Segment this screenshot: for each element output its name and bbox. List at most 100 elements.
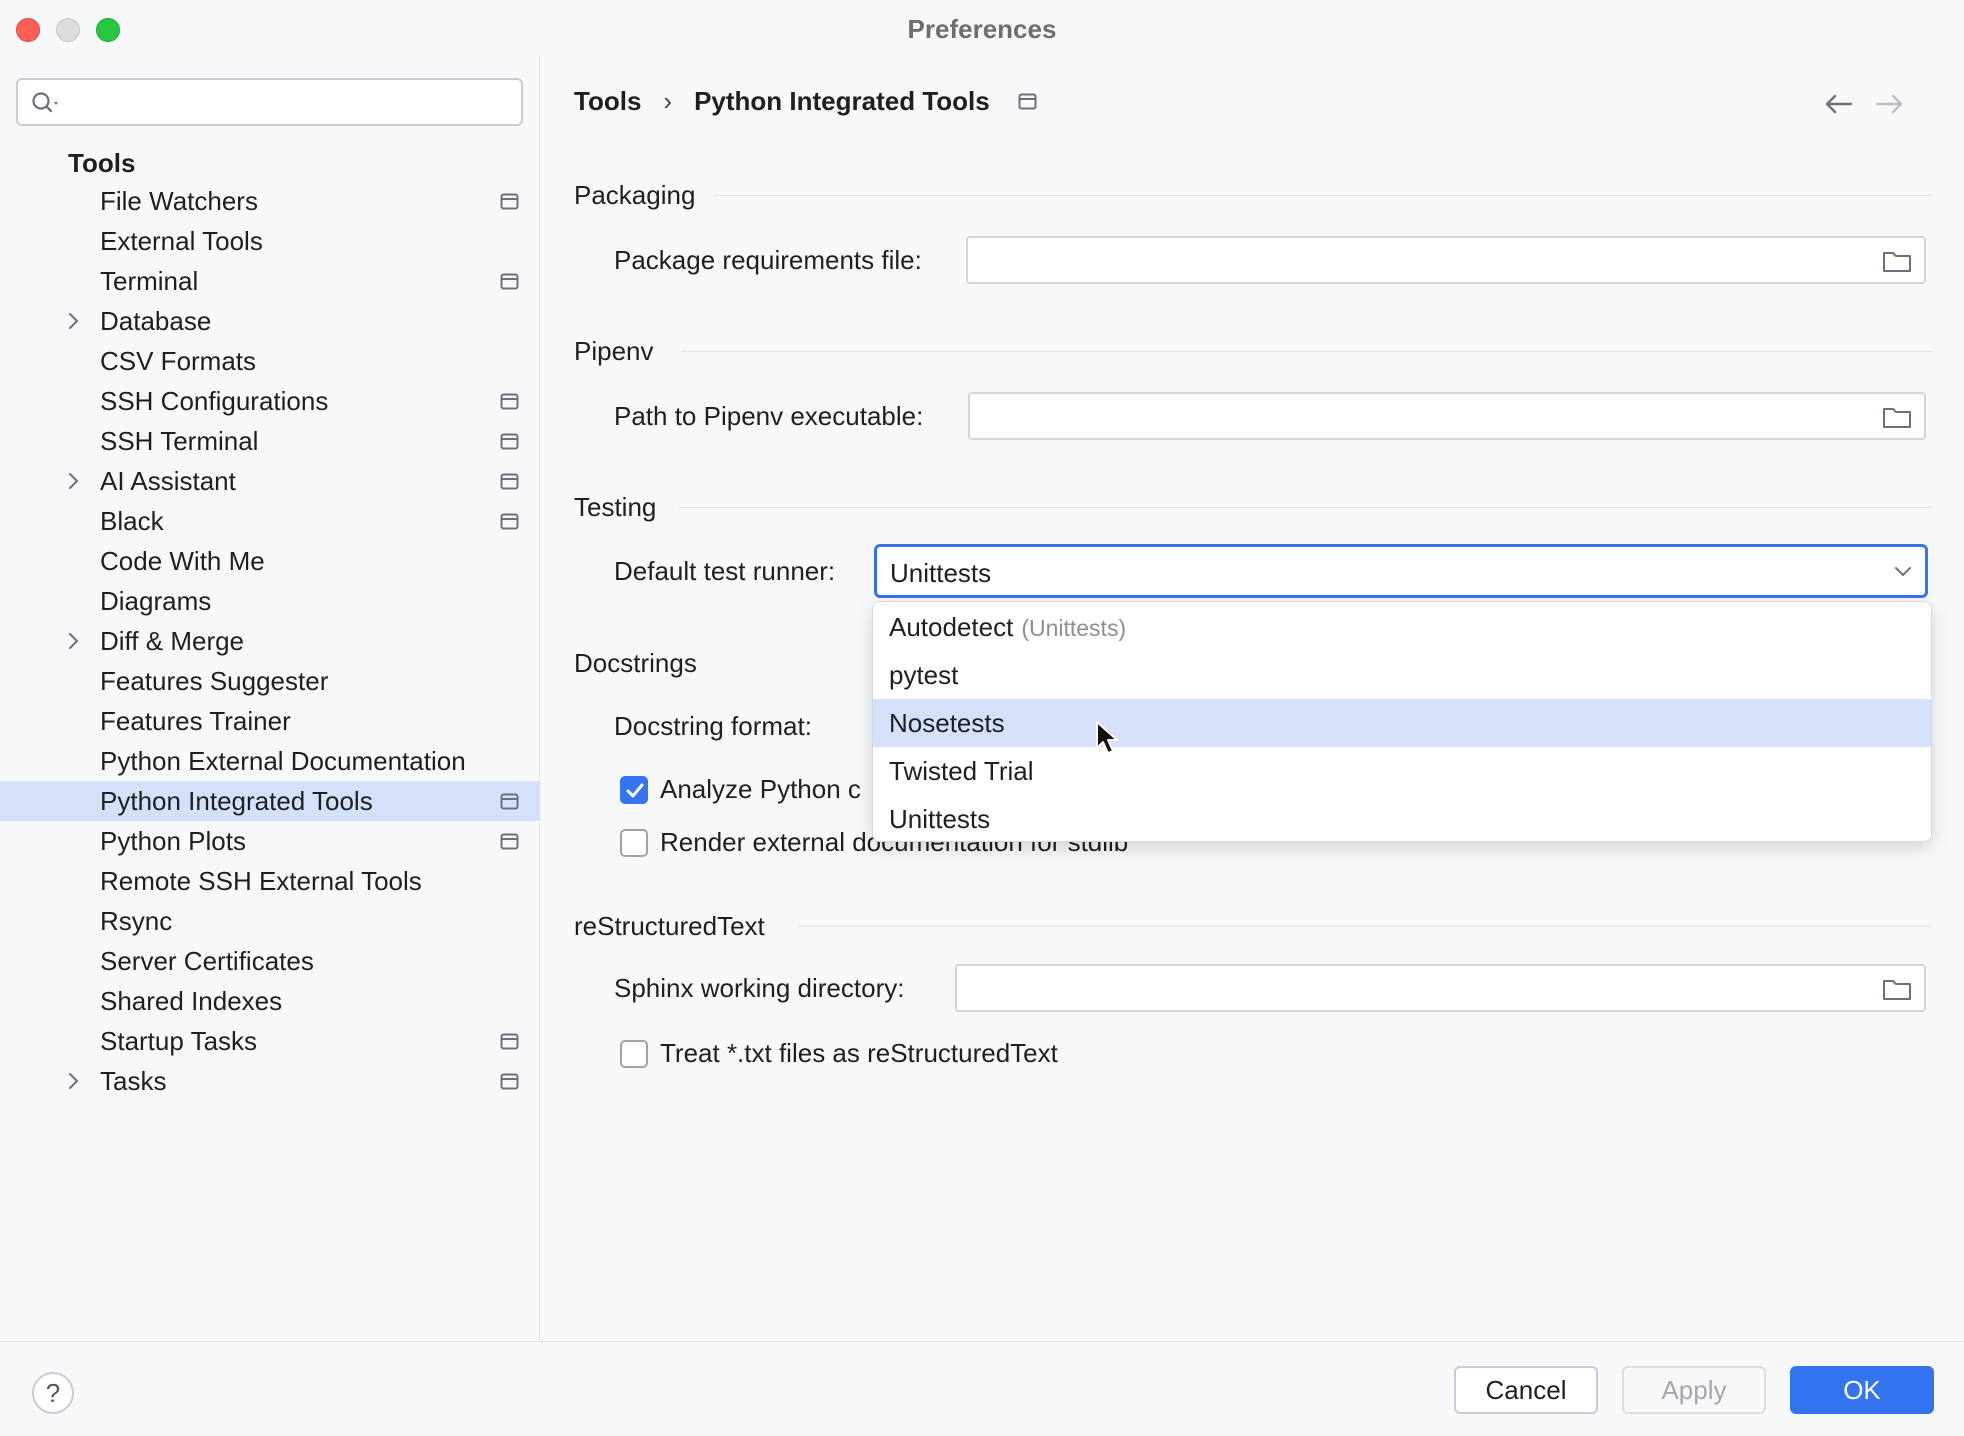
chevron-right-icon[interactable] <box>62 310 84 332</box>
dropdown-option-label: Nosetests <box>889 708 1005 739</box>
sidebar-item[interactable]: CSV Formats <box>0 341 540 381</box>
browse-folder-icon[interactable] <box>1882 249 1912 273</box>
test-runner-label: Default test runner: <box>614 556 836 586</box>
sidebar-item[interactable]: SSH Configurations <box>0 381 540 421</box>
dropdown-option[interactable]: Twisted Trial <box>873 747 1931 795</box>
sidebar-item-label: Code With Me <box>100 546 265 576</box>
project-settings-icon <box>1018 93 1037 110</box>
sphinx-directory-label: Sphinx working directory: <box>614 973 905 1003</box>
dialog-footer: ? Cancel Apply OK <box>0 1341 1964 1436</box>
sidebar-item[interactable]: Code With Me <box>0 541 540 581</box>
pipenv-path-label: Path to Pipenv executable: <box>614 401 924 431</box>
section-divider <box>798 926 1932 927</box>
cancel-button[interactable]: Cancel <box>1454 1366 1598 1414</box>
dropdown-option-text: pytest <box>889 660 959 690</box>
title-bar: Preferences <box>0 0 1964 56</box>
dropdown-option-label: pytest <box>889 660 958 691</box>
sidebar-item-label: Shared Indexes <box>100 986 283 1016</box>
dropdown-option-text: Autodetect <box>889 612 1014 642</box>
dropdown-option-label: Twisted Trial <box>889 756 1034 787</box>
sphinx-directory-input[interactable] <box>955 964 1926 1012</box>
help-button[interactable]: ? <box>32 1372 74 1414</box>
project-settings-icon <box>500 273 519 290</box>
sidebar-item[interactable]: Diff & Merge <box>0 621 540 661</box>
sidebar-item[interactable]: Diagrams <box>0 581 540 621</box>
sidebar-item-label: Python Integrated Tools <box>100 786 373 816</box>
sidebar-item-label: File Watchers <box>100 186 258 216</box>
analyze-python-label[interactable]: Analyze Python c <box>660 774 861 805</box>
sidebar-item-label: Remote SSH External Tools <box>100 866 422 896</box>
sidebar-item[interactable]: External Tools <box>0 221 540 261</box>
ok-button[interactable]: OK <box>1790 1366 1934 1414</box>
sidebar-item[interactable]: Features Trainer <box>0 701 540 741</box>
sidebar-item[interactable]: File Watchers <box>0 181 540 221</box>
apply-button[interactable]: Apply <box>1622 1366 1766 1414</box>
project-settings-icon <box>500 513 519 530</box>
section-pipenv: Pipenv <box>574 336 654 366</box>
sidebar-item-label: Database <box>100 306 212 336</box>
treat-txt-label[interactable]: Treat *.txt files as reStructuredText <box>660 1038 1058 1069</box>
project-settings-icon <box>500 473 519 490</box>
sidebar-item-label: Startup Tasks <box>100 1026 258 1056</box>
dropdown-option-hint: (Unittests) <box>1021 615 1127 641</box>
sidebar-item[interactable]: SSH Terminal <box>0 421 540 461</box>
sidebar-item[interactable]: Terminal <box>0 261 540 301</box>
dropdown-option-text: Unittests <box>889 804 991 834</box>
dropdown-option[interactable]: pytest <box>873 651 1931 699</box>
mouse-cursor-icon <box>1096 721 1118 754</box>
pipenv-path-input[interactable] <box>968 392 1926 440</box>
sidebar-item-label: Diagrams <box>100 586 212 616</box>
chevron-right-icon[interactable] <box>62 1070 84 1092</box>
dropdown-option-label: Unittests <box>889 804 990 835</box>
forward-arrow-icon[interactable] <box>1873 92 1907 116</box>
chevron-right-icon[interactable] <box>62 470 84 492</box>
section-docstrings: Docstrings <box>574 648 697 678</box>
browse-folder-icon[interactable] <box>1882 977 1912 1001</box>
dropdown-option[interactable]: Nosetests <box>873 699 1931 747</box>
sidebar-item[interactable]: Features Suggester <box>0 661 540 701</box>
sidebar-item[interactable]: Remote SSH External Tools <box>0 861 540 901</box>
tree-header-tools[interactable]: Tools <box>68 148 135 179</box>
render-external-docs-checkbox[interactable] <box>620 829 648 857</box>
sidebar-item[interactable]: Python Integrated Tools <box>0 781 540 821</box>
sidebar-item[interactable]: Shared Indexes <box>0 981 540 1021</box>
analyze-python-checkbox[interactable] <box>620 776 648 804</box>
sidebar-item[interactable]: Python External Documentation <box>0 741 540 781</box>
settings-search-input[interactable] <box>16 78 523 126</box>
treat-txt-checkbox[interactable] <box>620 1040 648 1068</box>
sidebar-item-label: Server Certificates <box>100 946 314 976</box>
dropdown-option-label: Autodetect (Unittests) <box>889 612 1126 643</box>
breadcrumb: Tools › Python Integrated Tools <box>574 86 1037 117</box>
chevron-right-icon[interactable] <box>62 630 84 652</box>
checkmark-icon <box>626 783 644 798</box>
sidebar-item[interactable]: Python Plots <box>0 821 540 861</box>
test-runner-dropdown: Autodetect (Unittests) pytest Nosetests Twis… <box>872 601 1932 842</box>
dropdown-option[interactable]: Autodetect (Unittests) <box>873 603 1931 651</box>
sidebar-item[interactable]: Database <box>0 301 540 341</box>
requirements-file-label: Package requirements file: <box>614 245 922 275</box>
breadcrumb-parent[interactable]: Tools <box>574 86 641 117</box>
sidebar-item-label: Python External Documentation <box>100 746 466 776</box>
test-runner-combobox[interactable]: Unittests <box>874 544 1928 598</box>
sidebar-item-label: Terminal <box>100 266 199 296</box>
section-restructuredtext: reStructuredText <box>574 911 765 941</box>
dropdown-option[interactable]: Unittests <box>873 795 1931 841</box>
docstring-format-label: Docstring format: <box>614 711 812 741</box>
sidebar-item-label: Features Suggester <box>100 666 329 696</box>
sidebar-item[interactable]: Black <box>0 501 540 541</box>
sidebar-item[interactable]: Startup Tasks <box>0 1021 540 1061</box>
sidebar-item-label: AI Assistant <box>100 466 236 496</box>
requirements-file-input[interactable] <box>966 236 1926 284</box>
project-settings-icon <box>500 793 519 810</box>
sidebar-item-label: SSH Terminal <box>100 426 259 456</box>
window-title: Preferences <box>907 14 1057 44</box>
sidebar-item[interactable]: Rsync <box>0 901 540 941</box>
sidebar-item[interactable]: AI Assistant <box>0 461 540 501</box>
back-arrow-icon[interactable] <box>1821 92 1855 116</box>
sidebar-item-label: Python Plots <box>100 826 246 856</box>
browse-folder-icon[interactable] <box>1882 405 1912 429</box>
sidebar-item[interactable]: Tasks <box>0 1061 540 1101</box>
chevron-down-icon <box>1895 567 1911 576</box>
sidebar-item[interactable]: Server Certificates <box>0 941 540 981</box>
section-testing: Testing <box>574 492 657 522</box>
